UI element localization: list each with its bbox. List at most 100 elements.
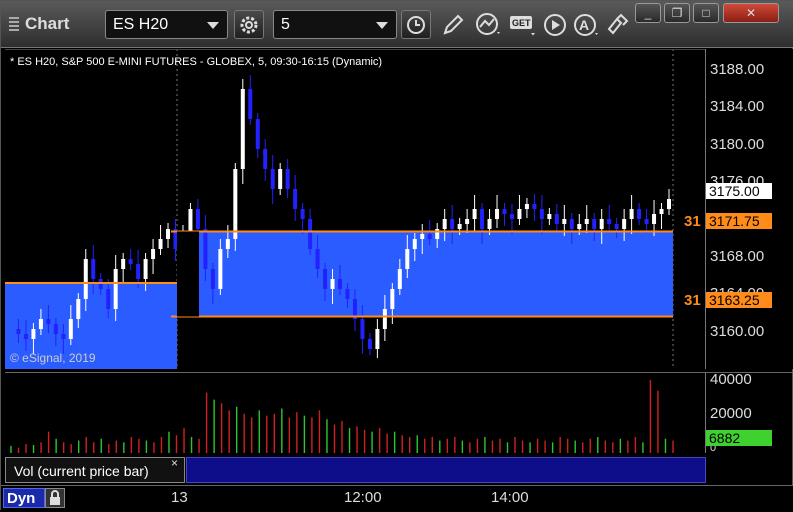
candle-body [420, 234, 425, 239]
settings-icon[interactable] [234, 10, 264, 39]
chevron-down-icon[interactable] [207, 22, 219, 29]
candle-body [607, 219, 612, 224]
candle-body [524, 204, 529, 209]
candle-body [562, 219, 567, 224]
candle-body [569, 219, 574, 229]
candle-body [345, 289, 350, 299]
candle-body [509, 214, 514, 219]
level-low-label: 31 [684, 292, 701, 309]
candle-body [599, 219, 604, 229]
candle-body [53, 324, 58, 334]
play-icon[interactable] [543, 13, 567, 42]
time-axis[interactable] [1, 485, 793, 512]
candle-body [143, 259, 148, 279]
candle-body [495, 209, 500, 219]
window-title-text: Chart [25, 14, 70, 33]
minimize-button[interactable]: _ [635, 3, 661, 23]
level-high-tag: 3171.75 [706, 213, 772, 229]
dynamic-mode-button[interactable]: Dyn [3, 488, 45, 508]
link-icon[interactable] [605, 13, 631, 42]
candle-body [338, 279, 342, 289]
chevron-down-icon[interactable] [376, 22, 388, 29]
candle-body [255, 119, 260, 149]
grip-icon[interactable] [9, 15, 19, 31]
volume-axis[interactable]: 40000 20000 0 6882 [705, 371, 793, 454]
x-tick: 14:00 [491, 489, 529, 506]
candle-body [614, 224, 619, 229]
minimize-glyph: _ [644, 6, 652, 20]
volume-label-text: Vol (current price bar) [14, 463, 149, 479]
zone-fill [177, 231, 673, 317]
candle-body [113, 269, 118, 309]
candle-body [472, 209, 477, 219]
price-chart[interactable] [5, 49, 705, 369]
volume-chart[interactable] [5, 372, 705, 453]
candle-body [502, 209, 507, 214]
candle-body [382, 309, 387, 329]
candle-body [38, 319, 43, 329]
candle-body [218, 249, 223, 289]
candle-body [278, 169, 283, 189]
close-button[interactable]: ✕ [723, 3, 779, 23]
clock-icon[interactable] [401, 10, 431, 39]
close-glyph: ✕ [745, 6, 757, 20]
candle-body [622, 219, 627, 229]
candle-body [652, 214, 657, 224]
candle-body [203, 229, 208, 269]
study-icon[interactable] [475, 12, 503, 43]
chart-window: Chart ES H20 5 GET A _ ❐ □ ✕ * ES H20, S… [0, 0, 793, 512]
candle-body [412, 239, 417, 249]
candle-body [442, 219, 447, 229]
candle-body [517, 209, 522, 219]
alert-icon[interactable]: A [573, 13, 601, 44]
volume-current-tag: 6882 [706, 430, 772, 446]
level-high-label: 31 [684, 213, 701, 230]
x-tick: 12:00 [344, 489, 382, 506]
x-tick: 13 [171, 489, 188, 506]
candle-body [128, 259, 133, 264]
candle-body [584, 219, 589, 224]
restore-button[interactable]: ❐ [664, 3, 690, 23]
y-tick: 3168.00 [710, 248, 765, 265]
candle-body [263, 149, 268, 169]
candle-body [480, 209, 485, 229]
vol-tick: 40000 [710, 371, 752, 388]
candle-body [367, 339, 372, 349]
symbol-combo[interactable]: ES H20 [105, 10, 228, 39]
maximize-button[interactable]: □ [693, 3, 719, 23]
candle-body [121, 259, 126, 269]
candle-body [240, 89, 245, 169]
candle-body [68, 319, 73, 339]
candle-body [158, 239, 163, 249]
candle-body [195, 209, 200, 229]
interval-combo[interactable]: 5 [273, 10, 397, 39]
candle-body [91, 259, 96, 279]
restore-glyph: ❐ [671, 6, 683, 20]
candle-body [23, 334, 28, 339]
candle-body [270, 169, 275, 189]
candle-body [450, 219, 455, 229]
gap-fill [177, 231, 199, 317]
price-axis[interactable]: 3188.00 3184.00 3180.00 3176.00 3168.00 … [705, 49, 793, 369]
candle-body [315, 249, 320, 269]
pencil-icon[interactable] [441, 13, 465, 42]
candle-body [300, 209, 305, 219]
chart-header: * ES H20, S&P 500 E-MINI FUTURES - GLOBE… [10, 56, 383, 68]
candle-body [225, 239, 230, 249]
y-tick: 3184.00 [710, 98, 765, 115]
candle-body [592, 219, 597, 229]
y-tick: 3160.00 [710, 323, 765, 340]
close-icon[interactable]: × [171, 456, 178, 470]
candle-body [637, 209, 642, 219]
candle-body [397, 269, 402, 289]
cursor-strip [186, 457, 706, 483]
candle-body [233, 169, 238, 239]
candle-body [16, 329, 21, 334]
window-title[interactable]: Chart [9, 14, 69, 34]
y-tick: 3180.00 [710, 136, 765, 153]
candle-body [539, 209, 544, 219]
lock-icon[interactable] [45, 488, 65, 508]
level-low-tag: 3163.25 [706, 292, 772, 308]
candle-body [285, 169, 290, 189]
get-icon[interactable]: GET [509, 15, 537, 42]
